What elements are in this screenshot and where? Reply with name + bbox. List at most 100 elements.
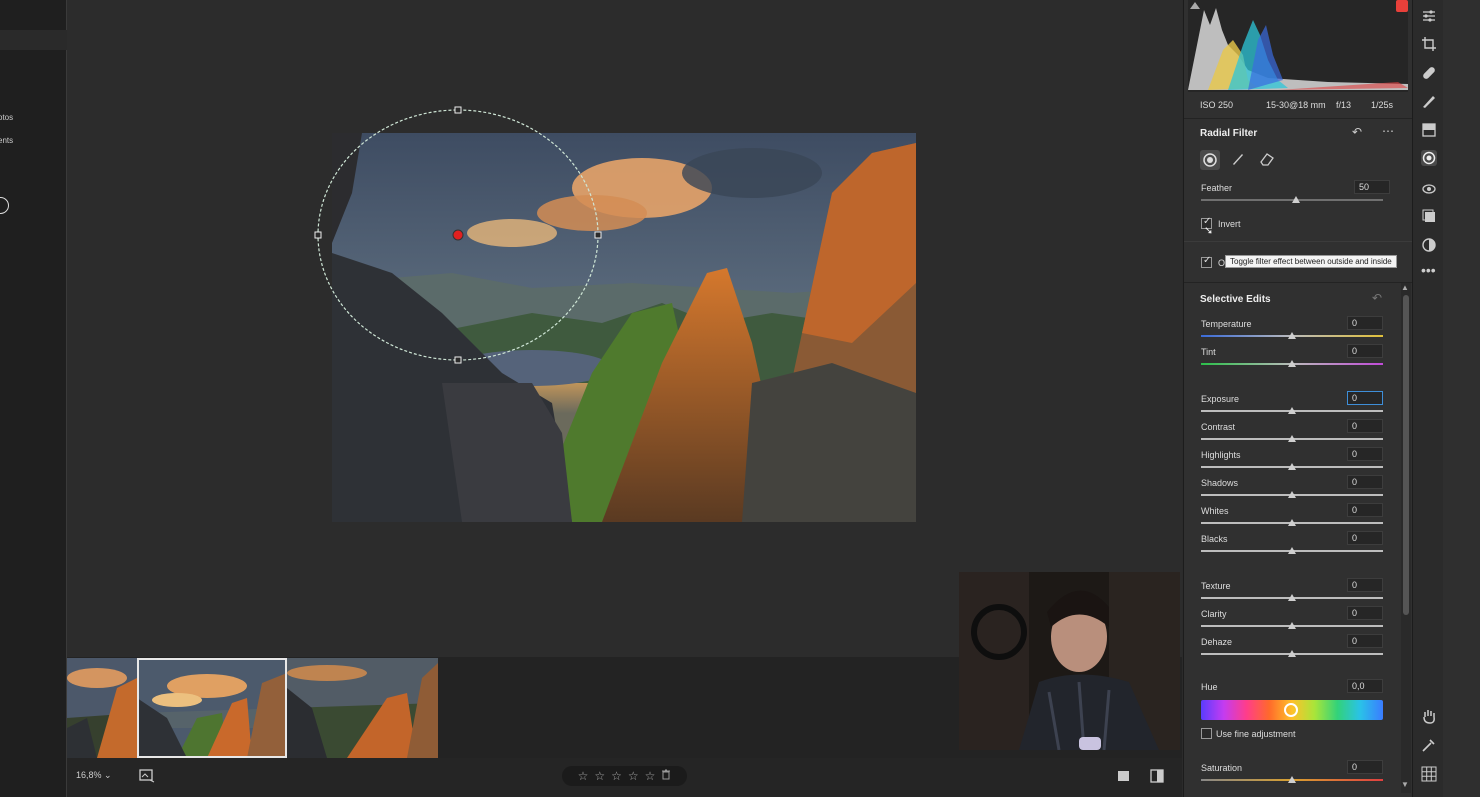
slider-value-field[interactable]: 0	[1347, 316, 1383, 330]
slider-value-field[interactable]: 0	[1347, 606, 1383, 620]
slider-value-field[interactable]: 0	[1347, 391, 1383, 405]
slider-thumb[interactable]	[1288, 650, 1296, 657]
red-eye-icon[interactable]	[1421, 180, 1437, 196]
radial-handle-bottom[interactable]	[454, 356, 462, 364]
trash-icon[interactable]	[661, 769, 671, 783]
star-icon[interactable]: ☆	[578, 769, 589, 783]
exif-lens: 15-30@18 mm	[1266, 100, 1326, 110]
radial-center-pin[interactable]	[452, 229, 464, 241]
slider-label: Tint	[1201, 347, 1216, 357]
graduated-filter-icon[interactable]	[1421, 122, 1437, 138]
more-tools-icon[interactable]: •••	[1421, 262, 1437, 278]
highlight-clipping-icon[interactable]	[1396, 0, 1408, 12]
filmstrip-sort-icon[interactable]	[139, 769, 155, 783]
radial-filter-icon[interactable]	[1421, 150, 1437, 166]
feather-slider-thumb[interactable]	[1291, 196, 1300, 203]
healing-icon[interactable]	[1421, 65, 1437, 81]
more-options-icon[interactable]: ⋯	[1382, 124, 1394, 138]
slider-thumb[interactable]	[1288, 622, 1296, 629]
left-panel-item[interactable]: ents	[0, 136, 13, 145]
radial-handle-right[interactable]	[594, 231, 602, 239]
slider-label: Blacks	[1201, 534, 1228, 544]
radial-filter-title: Radial Filter	[1200, 128, 1258, 139]
slider-thumb[interactable]	[1288, 594, 1296, 601]
star-icon[interactable]: ☆	[611, 769, 622, 783]
slider-value-field[interactable]: 0	[1347, 475, 1383, 489]
reset-icon[interactable]: ↶	[1352, 125, 1362, 139]
overlay-checkbox[interactable]	[1201, 255, 1212, 268]
slider-thumb[interactable]	[1288, 332, 1296, 339]
radial-tool-icon[interactable]	[1200, 150, 1220, 170]
crop-icon[interactable]	[1421, 36, 1437, 52]
slider-thumb[interactable]	[1288, 547, 1296, 554]
zoom-dropdown[interactable]: 16,8% ⌄	[76, 770, 112, 781]
slider-thumb[interactable]	[1288, 776, 1296, 783]
exif-shutter: 1/25s	[1371, 100, 1394, 110]
filmstrip-thumbnail-selected[interactable]	[137, 658, 287, 758]
color-sampler-icon[interactable]	[1421, 737, 1437, 753]
filmstrip-thumbnail[interactable]	[287, 658, 438, 758]
feather-label: Feather	[1201, 183, 1233, 193]
slider-label: Saturation	[1201, 763, 1243, 773]
webcam-video	[959, 572, 1180, 750]
radial-handle-left[interactable]	[314, 231, 322, 239]
slider-label: Exposure	[1201, 394, 1240, 404]
slider-thumb[interactable]	[1288, 463, 1296, 470]
slider-value-field[interactable]: 0	[1347, 344, 1383, 358]
reset-icon[interactable]: ↶	[1372, 291, 1382, 305]
histogram	[1188, 0, 1408, 92]
slider-value-field[interactable]: 0	[1347, 503, 1383, 517]
photo-preview[interactable]	[332, 133, 916, 522]
edit-sliders-icon[interactable]	[1421, 8, 1437, 24]
shadow-clipping-icon[interactable]	[1190, 2, 1200, 9]
invert-label: Invert	[1218, 219, 1241, 229]
slider-value-field[interactable]: 0	[1347, 578, 1383, 592]
hue-slider-thumb[interactable]	[1284, 703, 1298, 717]
slider-thumb[interactable]	[1288, 519, 1296, 526]
star-icon[interactable]: ☆	[594, 769, 605, 783]
slider-thumb[interactable]	[1288, 491, 1296, 498]
snapshots-icon[interactable]	[1421, 208, 1437, 224]
brush-mask-icon[interactable]	[1421, 93, 1437, 109]
star-icon[interactable]: ☆	[628, 769, 639, 783]
hand-icon[interactable]	[1421, 708, 1437, 724]
slider-thumb[interactable]	[1288, 360, 1296, 367]
left-panel: otos ents	[0, 0, 67, 797]
slider-value-field[interactable]: 0	[1347, 531, 1383, 545]
circle-icon[interactable]	[0, 197, 9, 214]
slider-value-field[interactable]: 0	[1347, 419, 1383, 433]
selective-edits-title: Selective Edits	[1200, 294, 1271, 305]
slider-value-field[interactable]: 0,0	[1347, 679, 1383, 693]
exif-bar: ISO 250 15-30@18 mm f/13 1/25s	[1184, 96, 1413, 116]
presets-icon[interactable]	[1421, 237, 1437, 253]
feather-value[interactable]: 50	[1354, 180, 1390, 194]
left-panel-item[interactable]: otos	[0, 113, 13, 122]
slider-value-field[interactable]: 0	[1347, 634, 1383, 648]
star-rating[interactable]: ☆ ☆ ☆ ☆ ☆	[562, 766, 687, 786]
exif-iso: ISO 250	[1200, 100, 1234, 110]
star-icon[interactable]: ☆	[645, 769, 656, 783]
brush-icon[interactable]	[1230, 151, 1246, 170]
divider	[1184, 241, 1413, 242]
scrollbar-thumb[interactable]	[1403, 295, 1409, 615]
fine-adjustment-checkbox[interactable]	[1201, 728, 1212, 739]
panel-scrollbar[interactable]	[1401, 283, 1411, 793]
slider-value-field[interactable]: 0	[1347, 760, 1383, 774]
edit-panel: ISO 250 15-30@18 mm f/13 1/25s Radial Fi…	[1183, 0, 1413, 797]
scroll-up-icon[interactable]: ▲	[1401, 283, 1409, 292]
slider-label: Shadows	[1201, 478, 1239, 488]
overlay-label: O	[1218, 258, 1226, 268]
radial-handle-top[interactable]	[454, 106, 462, 114]
slider-thumb[interactable]	[1288, 435, 1296, 442]
image-canvas[interactable]	[67, 0, 1182, 657]
slider-value-field[interactable]: 0	[1347, 447, 1383, 461]
eraser-icon[interactable]	[1259, 151, 1275, 170]
slider-label: Clarity	[1201, 609, 1227, 619]
single-view-icon[interactable]	[1117, 769, 1131, 783]
grid-icon[interactable]	[1421, 766, 1437, 782]
landscape-photo	[332, 133, 916, 522]
slider-thumb[interactable]	[1288, 407, 1296, 414]
compare-view-icon[interactable]	[1150, 769, 1164, 783]
scroll-down-icon[interactable]: ▼	[1401, 780, 1409, 789]
filmstrip-thumbnail[interactable]	[67, 658, 137, 758]
